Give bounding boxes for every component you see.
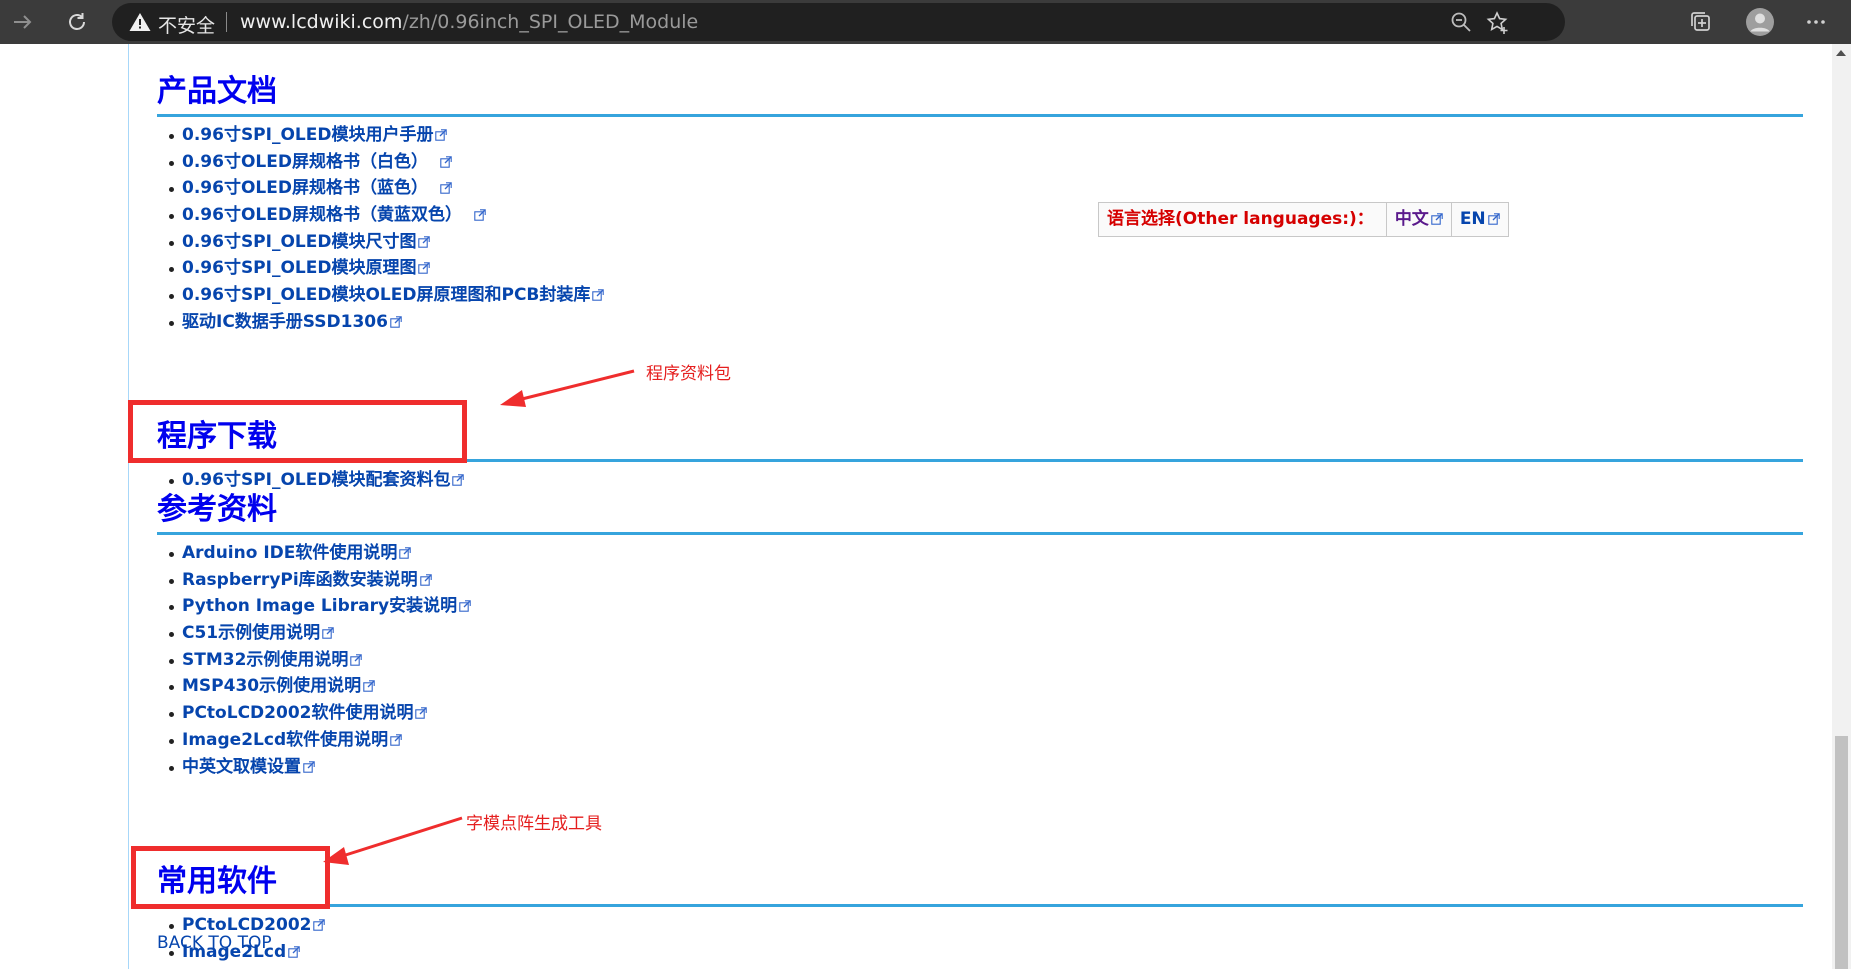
address-bar[interactable]: 不安全 www.lcdwiki.com/zh/0.96inch_SPI_OLED… (112, 3, 1565, 41)
url-host: www.lcdwiki.com (240, 11, 403, 33)
url-text[interactable]: www.lcdwiki.com/zh/0.96inch_SPI_OLED_Mod… (240, 11, 698, 33)
scroll-up-arrow-icon[interactable] (1836, 50, 1846, 56)
zoom-out-icon[interactable] (1449, 10, 1473, 34)
arrow-line-program-package (509, 369, 635, 404)
warning-icon[interactable] (128, 10, 152, 34)
collections-icon[interactable] (1686, 0, 1716, 44)
annotation-arrows (323, 369, 635, 865)
profile-avatar-icon[interactable] (1744, 0, 1776, 44)
annotation-program-package: 程序资料包 (646, 364, 731, 384)
scrollbar-thumb[interactable] (1835, 736, 1848, 969)
page-content: 产品文档 0.96寸SPI_OLED模块用户手册 0.96寸OLED屏规格书（白… (0, 44, 1851, 969)
annotation-font-tool: 字模点阵生成工具 (466, 814, 602, 834)
url-path: /zh/0.96inch_SPI_OLED_Module (402, 11, 699, 33)
arrow-line-font-tool (332, 816, 463, 861)
address-separator (226, 12, 227, 32)
more-menu-icon[interactable] (1800, 0, 1832, 44)
security-status[interactable]: 不安全 (158, 11, 215, 38)
refresh-icon[interactable] (62, 0, 92, 44)
forward-icon[interactable] (8, 0, 38, 44)
arrow-head-program-package (500, 390, 526, 407)
add-favorite-icon[interactable] (1485, 10, 1511, 36)
arrow-head-font-tool (323, 847, 349, 865)
browser-toolbar: 不安全 www.lcdwiki.com/zh/0.96inch_SPI_OLED… (0, 0, 1851, 44)
